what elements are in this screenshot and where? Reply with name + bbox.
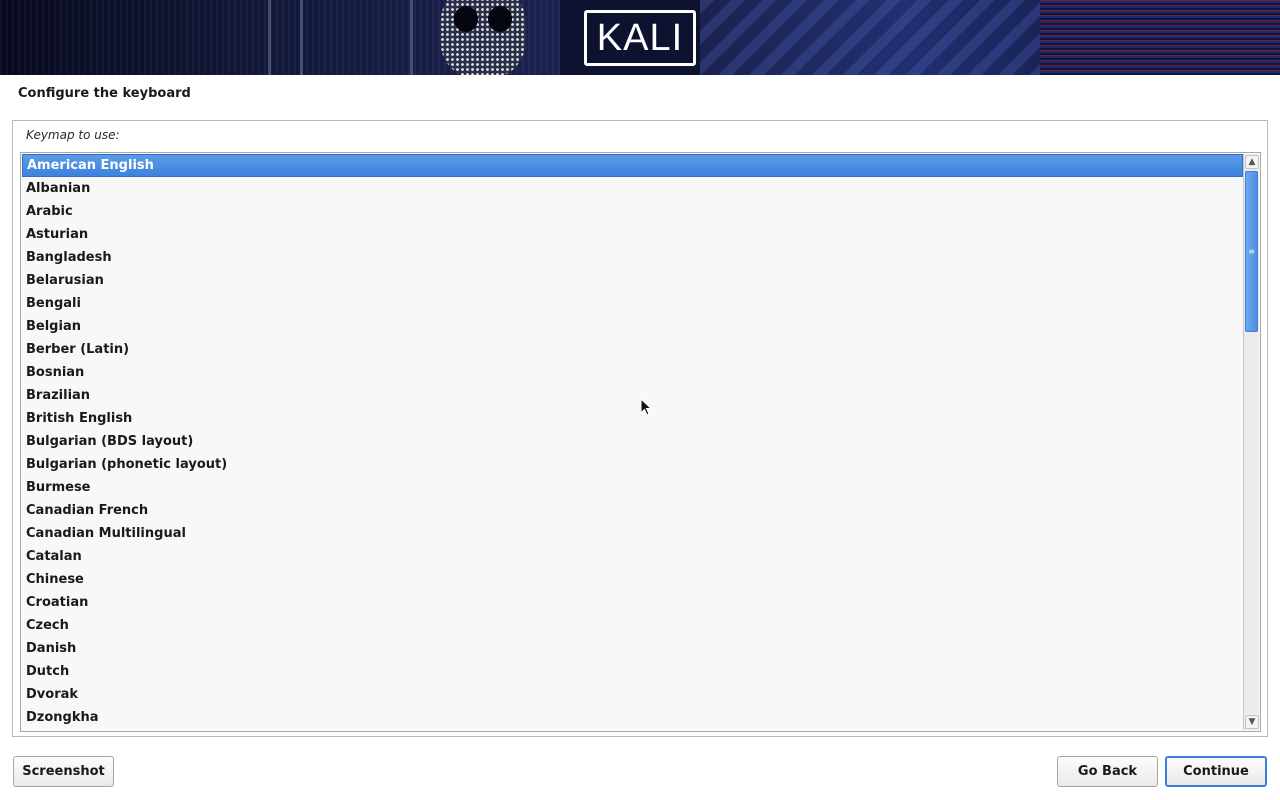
keymap-list-item[interactable]: Bulgarian (BDS layout) (22, 430, 1243, 453)
scrollbar-thumb[interactable]: ≡ (1245, 171, 1258, 332)
skull-eye (454, 6, 478, 32)
continue-button[interactable]: Continue (1165, 756, 1267, 787)
banner-streak (300, 0, 303, 75)
kali-logo-text: KALI (596, 16, 684, 59)
banner-streak (410, 0, 413, 75)
keymap-list-item[interactable]: Chinese (22, 568, 1243, 591)
keymap-list-item[interactable]: Brazilian (22, 384, 1243, 407)
keymap-list-item[interactable]: Canadian Multilingual (22, 522, 1243, 545)
skull-eye (488, 6, 512, 32)
chevron-down-icon[interactable]: ▼ (1245, 715, 1259, 729)
keymap-list-item[interactable]: Albanian (22, 177, 1243, 200)
scrollbar-track[interactable]: ≡ (1244, 170, 1259, 714)
keymap-list-item[interactable]: British English (22, 407, 1243, 430)
keymap-list-item[interactable]: Dzongkha (22, 706, 1243, 729)
banner-art-right (1040, 0, 1280, 75)
keymap-list-item[interactable]: Dvorak (22, 683, 1243, 706)
list-scrollbar[interactable]: ▲ ≡ ▼ (1243, 154, 1259, 730)
keymap-list-item[interactable]: Burmese (22, 476, 1243, 499)
keymap-list-item[interactable]: Catalan (22, 545, 1243, 568)
keymap-list-item[interactable]: American English (22, 154, 1243, 177)
keymap-list-item[interactable]: Arabic (22, 200, 1243, 223)
keymap-list-item[interactable]: Croatian (22, 591, 1243, 614)
banner-art-middle (700, 0, 1040, 75)
keymap-panel: Keymap to use: American English Albanian A… (12, 120, 1268, 737)
keymap-list-item[interactable]: Asturian (22, 223, 1243, 246)
keymap-list[interactable]: American English Albanian Arabic Asturian Ba… (20, 152, 1261, 732)
page-title: Configure the keyboard (18, 86, 191, 101)
keymap-list-item[interactable]: Bosnian (22, 361, 1243, 384)
skull-graphic (440, 0, 526, 75)
keymap-list-item[interactable]: Bangladesh (22, 246, 1243, 269)
screenshot-button[interactable]: Screenshot (13, 756, 114, 787)
keymap-list-item[interactable]: Bulgarian (phonetic layout) (22, 453, 1243, 476)
keymap-list-item[interactable]: Dutch (22, 660, 1243, 683)
kali-banner: KALI (0, 0, 1280, 75)
keymap-list-item[interactable]: Danish (22, 637, 1243, 660)
keymap-list-item[interactable]: Canadian French (22, 499, 1243, 522)
banner-streak (268, 0, 271, 75)
keymap-list-item[interactable]: Czech (22, 614, 1243, 637)
keymap-list-item[interactable]: Berber (Latin) (22, 338, 1243, 361)
keymap-list-item[interactable]: Belgian (22, 315, 1243, 338)
kali-logo: KALI (584, 10, 696, 66)
keymap-list-item[interactable]: Belarusian (22, 269, 1243, 292)
go-back-button[interactable]: Go Back (1057, 756, 1158, 787)
keymap-list-items: American English Albanian Arabic Asturian Ba… (22, 154, 1243, 729)
chevron-up-icon[interactable]: ▲ (1245, 155, 1259, 169)
keymap-label: Keymap to use: (26, 128, 120, 142)
keymap-list-item[interactable]: Bengali (22, 292, 1243, 315)
